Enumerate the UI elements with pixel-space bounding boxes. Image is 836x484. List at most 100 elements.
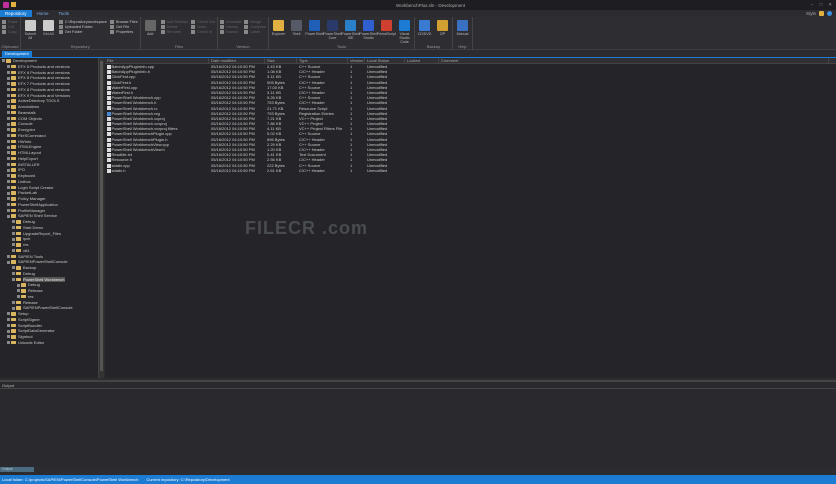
expand-icon[interactable] — [7, 214, 10, 218]
style-label[interactable]: Style — [806, 11, 816, 16]
expand-icon[interactable] — [7, 208, 10, 212]
app-logo-icon[interactable] — [3, 2, 9, 8]
expand-icon[interactable] — [7, 111, 10, 115]
expand-icon[interactable] — [7, 180, 10, 184]
expand-icon[interactable] — [2, 59, 5, 63]
expand-icon[interactable] — [7, 122, 10, 126]
table-row[interactable]: stdafx.h 05/16/2012 04:10:50 PM 2.61 KB C/C… — [105, 168, 836, 173]
tab-development[interactable]: Development — [2, 51, 32, 57]
check-in-icon — [191, 30, 196, 34]
expand-icon[interactable] — [7, 134, 10, 138]
tree-scrollbar[interactable] — [99, 58, 104, 378]
label-button[interactable]: Label — [244, 30, 266, 34]
cut-button[interactable]: Cut — [2, 25, 18, 29]
branch-button[interactable]: Branch — [220, 30, 241, 34]
history-button[interactable]: History — [220, 25, 241, 29]
get-folder-button[interactable]: Get Folder — [58, 30, 107, 34]
expand-icon[interactable] — [7, 116, 10, 120]
minimize-button[interactable]: – — [811, 2, 814, 8]
tree-node[interactable]: Unicode Editor — [0, 340, 98, 346]
expand-icon[interactable] — [7, 128, 10, 132]
expand-icon[interactable] — [7, 185, 10, 189]
expand-icon[interactable] — [7, 260, 10, 264]
c-repository-workspace-button[interactable]: C:\Repository\workspace — [58, 20, 107, 24]
cell-local-status: Unmodified — [365, 168, 405, 173]
expand-icon[interactable] — [7, 174, 10, 178]
undo-button[interactable]: Undo — [191, 25, 215, 29]
get-file-button[interactable]: Get File — [109, 25, 138, 29]
expand-icon[interactable] — [7, 197, 10, 201]
output-tab[interactable]: Output — [0, 467, 34, 472]
expand-icon[interactable] — [12, 277, 15, 281]
delete-button[interactable]: Delete — [160, 25, 189, 29]
rename-button[interactable]: Rename — [160, 30, 189, 34]
help-icon[interactable] — [827, 11, 832, 16]
expand-icon[interactable] — [7, 151, 10, 155]
expand-icon[interactable] — [7, 65, 10, 69]
expand-icon[interactable] — [12, 306, 15, 310]
expand-icon[interactable] — [7, 76, 10, 80]
properties-button[interactable]: Properties — [109, 30, 138, 34]
expand-icon[interactable] — [7, 335, 10, 339]
expand-icon[interactable] — [12, 237, 15, 241]
expand-icon[interactable] — [12, 300, 15, 304]
expand-icon[interactable] — [7, 70, 10, 74]
expand-icon[interactable] — [7, 312, 10, 316]
style-swatch-icon[interactable] — [819, 11, 824, 16]
folder-icon — [11, 128, 16, 132]
cell-text: 05/16/2012 04:10:50 PM — [211, 167, 255, 173]
annotate-button[interactable]: Annotate — [220, 20, 241, 24]
folder-icon — [11, 329, 16, 333]
check-in-button[interactable]: Check In — [191, 30, 215, 34]
expand-icon[interactable] — [7, 203, 10, 207]
expand-icon[interactable] — [7, 162, 10, 166]
folder-icon — [11, 76, 16, 80]
expand-icon[interactable] — [17, 283, 20, 287]
expand-icon[interactable] — [7, 191, 10, 195]
expand-icon[interactable] — [7, 254, 10, 258]
expand-icon[interactable] — [7, 341, 10, 345]
expand-icon[interactable] — [7, 88, 10, 92]
expand-icon[interactable] — [12, 266, 15, 270]
expand-icon[interactable] — [12, 272, 15, 276]
rename-label: Rename — [166, 30, 182, 34]
compare-button[interactable]: Compare — [244, 25, 266, 29]
add-solution-button[interactable]: Add Solution — [160, 20, 188, 24]
expand-icon[interactable] — [7, 105, 10, 109]
expand-icon[interactable] — [7, 99, 10, 103]
expand-icon[interactable] — [12, 249, 15, 253]
expand-icon[interactable] — [12, 220, 15, 224]
uploaded-folder-button[interactable]: Uploaded Folder — [58, 25, 107, 29]
expand-icon[interactable] — [12, 243, 15, 247]
ribbon-group-label: Clipboard — [1, 44, 19, 49]
annotate-icon — [220, 20, 225, 24]
expand-icon[interactable] — [7, 157, 10, 161]
folder-icon — [11, 197, 16, 201]
expand-icon[interactable] — [17, 289, 20, 293]
expand-icon[interactable] — [7, 323, 10, 327]
get-all-label: Get All — [42, 32, 54, 36]
expand-icon[interactable] — [7, 139, 10, 143]
expand-icon[interactable] — [7, 329, 10, 333]
expand-icon[interactable] — [7, 318, 10, 322]
maximize-button[interactable]: □ — [820, 2, 823, 8]
powershell-icon — [308, 20, 320, 31]
quick-access-folder-icon[interactable] — [11, 2, 16, 7]
check-out-button[interactable]: Check Out — [191, 20, 215, 24]
close-button[interactable]: ✕ — [828, 2, 832, 8]
folder-icon — [16, 220, 21, 224]
expand-icon[interactable] — [7, 82, 10, 86]
folder-icon — [11, 87, 16, 92]
expand-icon[interactable] — [12, 231, 15, 235]
expand-icon[interactable] — [7, 145, 10, 149]
title-bar: WorkbenchPlus.sln - Development – □ ✕ — [0, 0, 836, 10]
expand-icon[interactable] — [7, 93, 10, 97]
browse-files-button[interactable]: Browse Files — [109, 20, 138, 24]
expand-icon[interactable] — [12, 226, 15, 230]
expand-icon[interactable] — [7, 168, 10, 172]
powershell-studio-label: PowerShell Studio — [359, 32, 378, 40]
copy-button[interactable]: Copy — [2, 30, 18, 34]
expand-icon[interactable] — [17, 295, 20, 299]
merge-button[interactable]: Merge — [244, 20, 266, 24]
paste-button[interactable]: Paste — [2, 20, 18, 24]
